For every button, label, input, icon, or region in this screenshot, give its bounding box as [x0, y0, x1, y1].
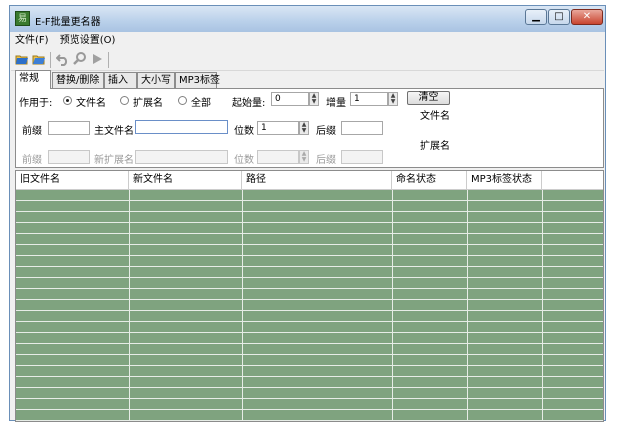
ext-digits-spinner[interactable]: ▲ ▼	[299, 150, 309, 164]
open-folder-icon[interactable]	[15, 52, 29, 66]
column-path[interactable]: 路径	[242, 171, 392, 189]
menu-file[interactable]: 文件(F)	[11, 33, 53, 48]
close-button[interactable]: ✕	[571, 9, 603, 25]
digits-spinner[interactable]: ▲ ▼	[299, 121, 309, 135]
toolbar	[11, 49, 604, 71]
column-divider	[392, 190, 393, 421]
menu-bar: 文件(F) 预览设置(O)	[11, 33, 604, 48]
radio-extension[interactable]	[120, 96, 129, 105]
new-extension-input[interactable]	[135, 150, 228, 164]
ext-suffix-label: 后缀	[316, 155, 336, 166]
undo-icon[interactable]	[56, 52, 70, 66]
column-divider	[242, 190, 243, 421]
radio-all-label[interactable]: 全部	[191, 94, 211, 109]
apply-to-label: 作用于:	[19, 98, 53, 109]
column-divider	[129, 190, 130, 421]
column-rename-status[interactable]: 命名状态	[392, 171, 467, 189]
ext-prefix-label: 前缀	[22, 155, 42, 166]
filename-group-label: 文件名	[420, 111, 450, 122]
prefix-label: 前缀	[22, 126, 42, 137]
window-title: E-F批量更名器	[35, 17, 101, 28]
radio-filename-label[interactable]: 文件名	[76, 94, 106, 109]
suffix-label: 后缀	[316, 126, 336, 137]
play-icon[interactable]	[90, 52, 104, 66]
main-filename-input[interactable]	[135, 120, 228, 134]
tab-replace-delete[interactable]: 替换/删除	[52, 72, 104, 88]
digits-input[interactable]: 1	[257, 121, 299, 135]
start-spinner[interactable]: ▲ ▼	[309, 92, 319, 106]
minimize-button[interactable]: ▁	[525, 9, 547, 25]
column-divider	[467, 190, 468, 421]
step-input[interactable]: 1	[350, 92, 388, 106]
search-icon[interactable]	[73, 52, 87, 66]
tab-general[interactable]: 常规	[15, 70, 51, 89]
ext-prefix-input[interactable]	[48, 150, 90, 164]
table-rows-area[interactable]	[16, 190, 603, 421]
app-window: 易 E-F批量更名器 ▁ □ ✕ 文件(F) 预览设置(O) 常规 替换/删除 …	[9, 5, 606, 422]
radio-filename[interactable]	[63, 96, 72, 105]
start-label: 起始量:	[232, 98, 266, 109]
open-file-icon[interactable]	[32, 52, 46, 66]
radio-extension-label[interactable]: 扩展名	[133, 94, 163, 109]
step-spinner[interactable]: ▲ ▼	[388, 92, 398, 106]
file-list-table[interactable]: 旧文件名 新文件名 路径 命名状态 MP3标签状态	[15, 170, 604, 422]
toolbar-separator	[50, 52, 51, 68]
ext-digits-input[interactable]	[257, 150, 299, 164]
new-extension-label: 新扩展名	[94, 155, 134, 166]
extension-group-label: 扩展名	[420, 141, 450, 152]
title-bar: 易 E-F批量更名器 ▁ □ ✕	[10, 6, 605, 32]
clear-button[interactable]: 清空	[407, 91, 450, 105]
menu-preview-settings[interactable]: 预览设置(O)	[56, 33, 120, 48]
step-label: 增量	[326, 98, 346, 109]
table-header: 旧文件名 新文件名 路径 命名状态 MP3标签状态	[16, 171, 603, 190]
prefix-input[interactable]	[48, 121, 90, 135]
tab-case[interactable]: 大小写	[137, 72, 175, 88]
suffix-input[interactable]	[341, 121, 383, 135]
general-panel: 作用于: 文件名 扩展名 全部 起始量: 0 ▲ ▼ 增量 1 ▲ ▼ 清空 文件名…	[15, 88, 604, 168]
column-new-filename[interactable]: 新文件名	[129, 171, 242, 189]
tab-mp3-tag[interactable]: MP3标签	[175, 72, 220, 88]
tab-insert[interactable]: 插入	[104, 72, 137, 88]
column-mp3-tag-status[interactable]: MP3标签状态	[467, 171, 542, 189]
digits-label: 位数	[234, 126, 254, 137]
maximize-button[interactable]: □	[548, 9, 570, 25]
ext-digits-label: 位数	[234, 155, 254, 166]
toolbar-separator	[108, 52, 109, 68]
column-divider	[542, 190, 543, 421]
radio-all[interactable]	[178, 96, 187, 105]
start-input[interactable]: 0	[271, 92, 309, 106]
ext-suffix-input[interactable]	[341, 150, 383, 164]
app-logo-icon: 易	[15, 11, 30, 26]
main-filename-label: 主文件名	[94, 126, 134, 137]
column-old-filename[interactable]: 旧文件名	[16, 171, 129, 189]
